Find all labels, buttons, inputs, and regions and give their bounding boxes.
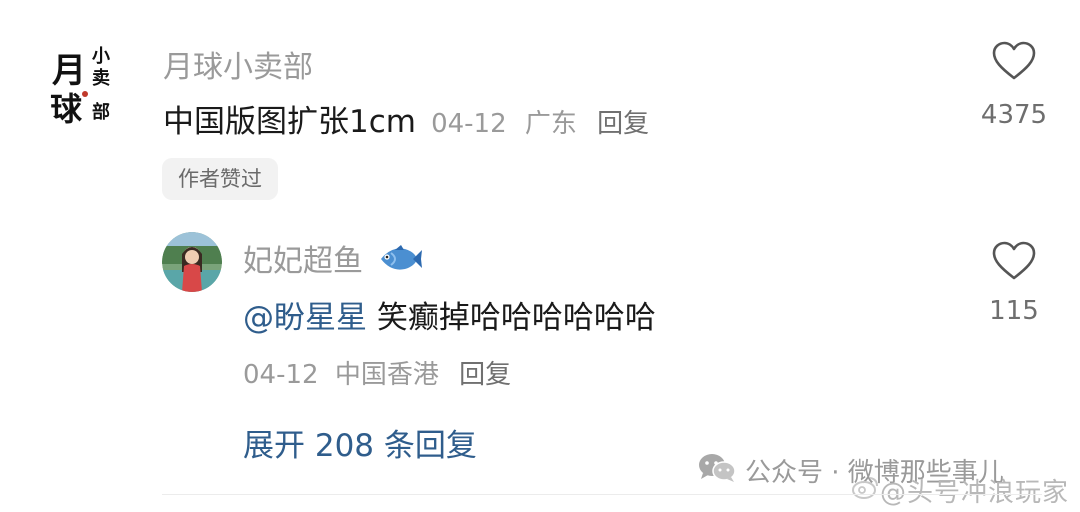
reply-date: 04-12	[243, 360, 319, 390]
reply-reply-button[interactable]: 回复	[459, 360, 511, 390]
shop-logo-image: 月 小 卖 球 部	[40, 38, 132, 130]
reply-location: 中国香港	[334, 360, 439, 390]
svg-text:月: 月	[52, 51, 86, 91]
heart-icon	[992, 241, 1036, 280]
wechat-icon	[697, 452, 737, 484]
comment-body: 中国版图扩张1cm 04-12 广东 回复	[163, 96, 649, 141]
comment-date: 04-12	[431, 109, 507, 139]
avatar[interactable]: 月 小 卖 球 部	[40, 38, 132, 130]
reply-like-button[interactable]	[991, 241, 1037, 281]
reply-text: 笑癫掉哈哈哈哈哈哈	[367, 300, 656, 336]
reply-body: @盼星星 笑癫掉哈哈哈哈哈哈	[243, 292, 656, 337]
svg-text:卖: 卖	[92, 67, 110, 89]
comment-text: 中国版图扩张1cm	[163, 104, 416, 140]
comment-username[interactable]: 月球小卖部	[163, 42, 313, 86]
reply-username-row: 妃妃超鱼	[243, 236, 423, 280]
weibo-icon	[850, 472, 880, 502]
author-liked-badge: 作者赞过	[162, 158, 278, 200]
watermark-weibo: @头号冲浪玩家	[880, 478, 1070, 508]
avatar-photo-image	[162, 232, 222, 292]
comment-like-button[interactable]	[991, 41, 1037, 81]
reply-username[interactable]: 妃妃超鱼	[243, 244, 363, 279]
reply-meta: 04-12 中国香港 回复	[243, 354, 511, 391]
comment-like-count: 4375	[980, 100, 1048, 130]
svg-text:小: 小	[92, 46, 110, 67]
expand-replies-button[interactable]: 展开 208 条回复	[243, 420, 477, 465]
reply-avatar[interactable]	[162, 232, 222, 292]
fish-icon	[380, 245, 422, 270]
reply-mention-link[interactable]: @盼星星	[243, 300, 367, 336]
comment-meta: 04-12 广东 回复	[431, 109, 649, 139]
comment-location: 广东	[524, 109, 577, 139]
comment-reply-button[interactable]: 回复	[597, 109, 649, 139]
heart-icon	[992, 41, 1036, 80]
svg-text:球: 球	[50, 90, 83, 128]
svg-text:部: 部	[92, 101, 110, 123]
divider	[162, 494, 1042, 495]
reply-like-count: 115	[989, 296, 1039, 326]
